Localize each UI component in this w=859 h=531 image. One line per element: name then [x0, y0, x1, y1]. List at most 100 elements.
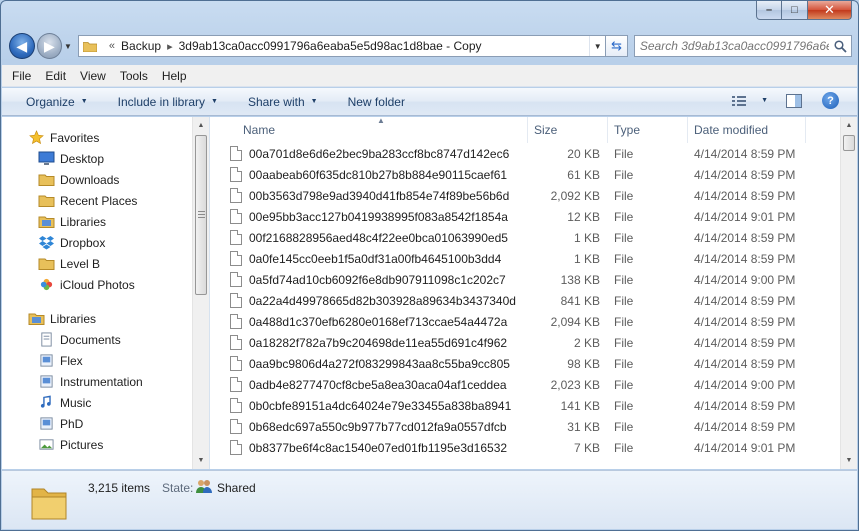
- file-row[interactable]: 0a22a4d49978665d82b303928a89634b3437340d…: [210, 290, 857, 311]
- file-size: 98 KB: [567, 356, 600, 371]
- file-row[interactable]: 00f2168828956aed48c4f22ee0bca01063990ed5…: [210, 227, 857, 248]
- nav-item-documents[interactable]: Documents: [2, 329, 209, 350]
- nav-item-downloads[interactable]: Downloads: [2, 169, 209, 190]
- new-folder-button[interactable]: New folder: [348, 95, 405, 109]
- search-icon[interactable]: [829, 39, 851, 53]
- menu-edit[interactable]: Edit: [45, 69, 66, 83]
- file-row[interactable]: 0a488d1c370efb6280e0168ef713ccae54a4472a…: [210, 311, 857, 332]
- nav-item-desktop[interactable]: Desktop: [2, 148, 209, 169]
- preview-pane-icon[interactable]: [786, 93, 802, 108]
- file-row[interactable]: 0adb4e8277470cf8cbe5a8ea30aca04af1ceddea…: [210, 374, 857, 395]
- file-name-cell[interactable]: 0a22a4d49978665d82b303928a89634b3437340d: [210, 293, 528, 308]
- search-box[interactable]: [633, 35, 852, 57]
- column-header-date-modified[interactable]: Date modified: [688, 117, 806, 143]
- file-name-cell[interactable]: 00f2168828956aed48c4f22ee0bca01063990ed5: [210, 230, 528, 245]
- refresh-button[interactable]: ⇆: [606, 35, 628, 57]
- file-name-cell[interactable]: 0adb4e8277470cf8cbe5a8ea30aca04af1ceddea: [210, 377, 528, 392]
- scroll-down-arrow[interactable]: ▼: [841, 452, 857, 469]
- nav-item-music[interactable]: Music: [2, 392, 209, 413]
- file-name-cell[interactable]: 0b0cbfe89151a4dc64024e79e33455a838ba8941: [210, 398, 528, 413]
- file-name-cell[interactable]: 00e95bb3acc127b0419938995f083a8542f1854a: [210, 209, 528, 224]
- scroll-thumb[interactable]: [843, 135, 855, 151]
- file-row[interactable]: 0a0fe145cc0eeb1f5a0df31a00fb4645100b3dd4…: [210, 248, 857, 269]
- column-header-type[interactable]: Type: [608, 117, 688, 143]
- nav-favorites[interactable]: Favorites: [2, 127, 209, 148]
- file-type: File: [614, 251, 634, 266]
- scroll-up-arrow[interactable]: ▲: [841, 117, 857, 134]
- command-bar-right: ▼ ?: [731, 92, 839, 109]
- nav-item-recent-places[interactable]: Recent Places: [2, 190, 209, 211]
- file-name: 00b3563d798e9ad3940d41fb854e74f89be56b6d: [249, 188, 510, 203]
- nav-libraries[interactable]: Libraries: [2, 308, 209, 329]
- nav-item-dropbox[interactable]: Dropbox: [2, 232, 209, 253]
- breadcrumb-backup[interactable]: Backup: [121, 39, 161, 53]
- nav-item-level-b[interactable]: Level B: [2, 253, 209, 274]
- file-row[interactable]: 0a18282f782a7b9c204698de11ea55d691c4f962…: [210, 332, 857, 353]
- address-bar[interactable]: « Backup ▸ 3d9ab13ca0acc0991796a6eaba5e5…: [77, 35, 607, 57]
- file-name-cell[interactable]: 00a701d8e6d6e2bec9ba283ccf8bc8747d142ec6: [210, 146, 528, 161]
- file-name-cell[interactable]: 0a5fd74ad10cb6092f6e8db907911098c1c202c7: [210, 272, 528, 287]
- breadcrumb-separator[interactable]: ▸: [167, 40, 173, 53]
- file-row[interactable]: 00aabeab60f635dc810b27b8b884e90115caef61…: [210, 164, 857, 185]
- nav-item-phd[interactable]: PhD: [2, 413, 209, 434]
- file-row[interactable]: 0aa9bc9806d4a272f083299843aa8c55ba9cc805…: [210, 353, 857, 374]
- column-header-name[interactable]: Name: [210, 117, 528, 143]
- file-row[interactable]: 0b0cbfe89151a4dc64024e79e33455a838ba8941…: [210, 395, 857, 416]
- forward-button[interactable]: ▶: [36, 33, 63, 59]
- menu-bar: File Edit View Tools Help: [2, 65, 857, 87]
- file-name-cell[interactable]: 0b8377be6f4c8ac1540e07ed01fb1195e3d16532: [210, 440, 528, 455]
- menu-help[interactable]: Help: [162, 69, 187, 83]
- help-icon[interactable]: ?: [822, 92, 839, 109]
- minimize-button[interactable]: –: [756, 1, 782, 20]
- file-list-scrollbar[interactable]: ▲ ▼: [840, 117, 857, 469]
- file-name-cell[interactable]: 0aa9bc9806d4a272f083299843aa8c55ba9cc805: [210, 356, 528, 371]
- file-name-cell[interactable]: 0a0fe145cc0eeb1f5a0df31a00fb4645100b3dd4: [210, 251, 528, 266]
- back-button[interactable]: ◀: [9, 33, 35, 59]
- folder-icon: [38, 258, 55, 270]
- close-button[interactable]: ✕: [808, 1, 852, 20]
- organize-button[interactable]: Organize ▼: [26, 95, 88, 109]
- change-view-icon[interactable]: [731, 94, 747, 108]
- content-area: Favorites Desktop Downloads Recent Place…: [2, 117, 857, 469]
- nav-item-instrumentation[interactable]: Instrumentation: [2, 371, 209, 392]
- file-row[interactable]: 00e95bb3acc127b0419938995f083a8542f1854a…: [210, 206, 857, 227]
- file-name-cell[interactable]: 0b68edc697a550c9b977b77cd012fa9a0557dfcb: [210, 419, 528, 434]
- scroll-down-arrow[interactable]: ▼: [193, 452, 209, 469]
- navigation-scrollbar[interactable]: ▲ ▼: [192, 117, 209, 469]
- menu-file[interactable]: File: [12, 69, 31, 83]
- file-size: 12 KB: [567, 209, 600, 224]
- file-row[interactable]: 0b8377be6f4c8ac1540e07ed01fb1195e3d16532…: [210, 437, 857, 458]
- file-row[interactable]: 0a5fd74ad10cb6092f6e8db907911098c1c202c7…: [210, 269, 857, 290]
- nav-item-libraries-shortcut[interactable]: Libraries: [2, 211, 209, 232]
- nav-item-flex[interactable]: Flex: [2, 350, 209, 371]
- file-row[interactable]: 0b68edc697a550c9b977b77cd012fa9a0557dfcb…: [210, 416, 857, 437]
- file-name-cell[interactable]: 0a488d1c370efb6280e0168ef713ccae54a4472a: [210, 314, 528, 329]
- column-header-size[interactable]: Size: [528, 117, 608, 143]
- search-input[interactable]: [639, 39, 829, 53]
- file-name-cell[interactable]: 0a18282f782a7b9c204698de11ea55d691c4f962: [210, 335, 528, 350]
- file-type: File: [614, 419, 634, 434]
- nav-item-pictures[interactable]: Pictures: [2, 434, 209, 455]
- file-name-cell[interactable]: 00aabeab60f635dc810b27b8b884e90115caef61: [210, 167, 528, 182]
- include-in-library-button[interactable]: Include in library ▼: [118, 95, 218, 109]
- navigation-pane: Favorites Desktop Downloads Recent Place…: [2, 117, 210, 469]
- address-overflow[interactable]: «: [109, 40, 115, 52]
- scroll-up-arrow[interactable]: ▲: [193, 117, 209, 134]
- folder-icon: [82, 41, 97, 52]
- scroll-thumb[interactable]: [195, 135, 207, 295]
- nav-item-icloud-photos[interactable]: iCloud Photos: [2, 274, 209, 295]
- file-row[interactable]: 00a701d8e6d6e2bec9ba283ccf8bc8747d142ec6…: [210, 143, 857, 164]
- menu-view[interactable]: View: [80, 69, 106, 83]
- file-row[interactable]: 00b3563d798e9ad3940d41fb854e74f89be56b6d…: [210, 185, 857, 206]
- breadcrumb-current-folder[interactable]: 3d9ab13ca0acc0991796a6eaba5e5d98ac1d8bae…: [179, 39, 482, 53]
- file-type: File: [614, 146, 634, 161]
- view-options-dropdown[interactable]: ▼: [761, 97, 768, 104]
- file-date-modified: 4/14/2014 8:59 PM: [694, 293, 796, 308]
- address-history-dropdown[interactable]: ▼: [589, 36, 605, 56]
- dropbox-icon: [39, 236, 54, 250]
- file-name-cell[interactable]: 00b3563d798e9ad3940d41fb854e74f89be56b6d: [210, 188, 528, 203]
- recent-pages-dropdown[interactable]: ▼: [62, 42, 74, 51]
- maximize-button[interactable]: □: [782, 1, 808, 20]
- menu-tools[interactable]: Tools: [120, 69, 148, 83]
- share-with-button[interactable]: Share with ▼: [248, 95, 318, 109]
